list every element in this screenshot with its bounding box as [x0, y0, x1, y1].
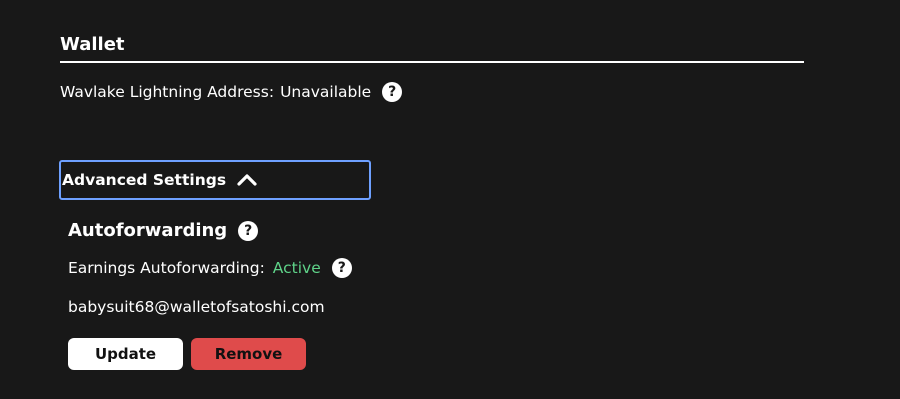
- autoforwarding-title: Autoforwarding: [68, 220, 228, 241]
- advanced-settings-toggle[interactable]: Advanced Settings: [59, 160, 371, 200]
- lightning-address-value: Unavailable: [280, 83, 372, 101]
- lightning-address-row: Wavlake Lightning Address: Unavailable ?: [60, 82, 403, 102]
- status-badge: Active: [272, 259, 321, 277]
- chevron-up-icon: [237, 174, 257, 186]
- earnings-autoforwarding-label: Earnings Autoforwarding:: [68, 259, 265, 277]
- remove-button[interactable]: Remove: [191, 338, 306, 370]
- advanced-settings-label: Advanced Settings: [62, 171, 227, 189]
- settings-page: Wallet Wavlake Lightning Address: Unavai…: [0, 0, 900, 399]
- wallet-section-title: Wallet: [60, 34, 125, 55]
- help-icon[interactable]: ?: [331, 258, 352, 278]
- earnings-autoforwarding-row: Earnings Autoforwarding: Active ?: [68, 258, 352, 278]
- autoforwarding-heading: Autoforwarding ?: [68, 220, 259, 241]
- update-button[interactable]: Update: [68, 338, 183, 370]
- section-divider: [60, 61, 804, 63]
- lightning-address-label: Wavlake Lightning Address:: [60, 83, 275, 101]
- forwarding-address: babysuit68@walletofsatoshi.com: [68, 298, 325, 316]
- help-icon[interactable]: ?: [238, 220, 259, 241]
- help-icon[interactable]: ?: [382, 82, 403, 102]
